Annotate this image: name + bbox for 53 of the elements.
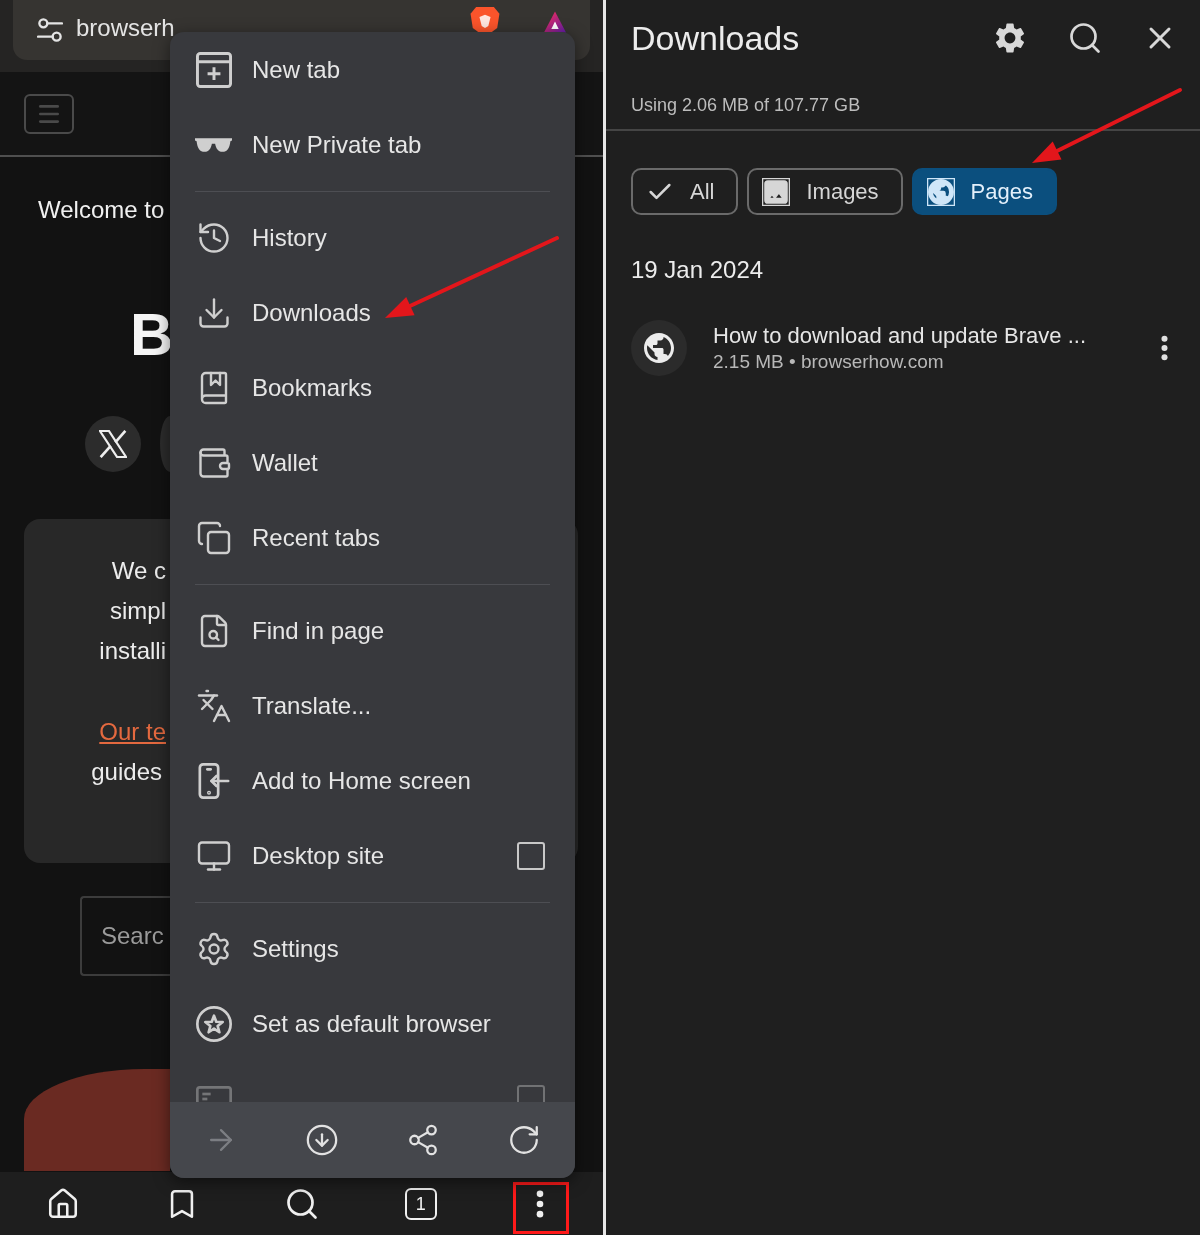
card-text: We c bbox=[111, 556, 166, 586]
image-icon bbox=[762, 177, 791, 206]
menu-item[interactable]: Bookmarks bbox=[195, 350, 545, 425]
reload-icon bbox=[507, 1123, 541, 1157]
translate-icon bbox=[195, 687, 232, 724]
page-heading: B bbox=[130, 305, 174, 365]
download-circle-icon bbox=[305, 1123, 339, 1157]
menu-item[interactable]: Add to Home screen bbox=[195, 743, 545, 818]
menu-item[interactable]: Find in page bbox=[195, 593, 545, 668]
more-icon bbox=[536, 1189, 544, 1218]
welcome-text: Welcome to bbox=[38, 195, 165, 225]
tab-count-button[interactable]: 1 bbox=[404, 1187, 437, 1220]
search-icon bbox=[1067, 20, 1103, 56]
search-field[interactable]: Searc bbox=[80, 896, 172, 976]
checkbox[interactable] bbox=[517, 841, 545, 870]
menu-item[interactable]: New Private tab bbox=[195, 107, 545, 182]
social-button[interactable] bbox=[85, 416, 141, 472]
search-button[interactable] bbox=[1067, 20, 1103, 56]
highlight-frame bbox=[513, 1182, 569, 1234]
globe-icon bbox=[926, 177, 955, 206]
home-button[interactable] bbox=[46, 1186, 80, 1221]
panel-title: Downloads bbox=[631, 18, 800, 58]
storage-usage-text: Using 2.06 MB of 107.77 GB bbox=[631, 93, 861, 116]
tune-icon[interactable] bbox=[37, 17, 63, 43]
share-icon bbox=[406, 1123, 440, 1157]
card-text: installi bbox=[99, 636, 166, 666]
download-meta: 2.15 MB • browserhow.com bbox=[713, 350, 944, 374]
new-tab-icon bbox=[195, 51, 232, 88]
overlapping-pages-icon bbox=[195, 519, 232, 556]
menu-item[interactable]: Settings bbox=[195, 911, 545, 986]
x-icon bbox=[99, 430, 127, 458]
star-circle-icon bbox=[195, 1005, 232, 1042]
card-text: simpl bbox=[110, 596, 166, 626]
menu-item[interactable]: Downloads bbox=[195, 275, 545, 350]
menu-item[interactable]: Recent tabs bbox=[195, 500, 545, 575]
menu-item[interactable]: Set as default browser bbox=[195, 986, 545, 1061]
menu-item[interactable]: Translate... bbox=[195, 668, 545, 743]
team-link[interactable]: Our te bbox=[99, 712, 166, 752]
more-icon bbox=[1160, 335, 1168, 361]
menu-item[interactable]: Desktop site bbox=[195, 818, 517, 893]
date-heading: 19 Jan 2024 bbox=[631, 255, 764, 285]
card-text: guides bbox=[91, 757, 162, 787]
triangle-icon[interactable] bbox=[544, 11, 566, 33]
menu-item[interactable]: History bbox=[195, 200, 545, 275]
filter-chip[interactable]: Pages bbox=[911, 168, 1057, 215]
filter-chip[interactable]: All bbox=[631, 168, 739, 215]
filter-chip[interactable]: Images bbox=[747, 168, 903, 215]
sunglasses-icon bbox=[195, 137, 232, 152]
menu-item[interactable]: Wallet bbox=[195, 425, 545, 500]
url-text: browserh bbox=[76, 15, 175, 41]
download-title[interactable]: How to download and update Brave ... bbox=[713, 322, 1087, 350]
action-button[interactable] bbox=[304, 1122, 340, 1158]
home-icon bbox=[46, 1186, 80, 1221]
